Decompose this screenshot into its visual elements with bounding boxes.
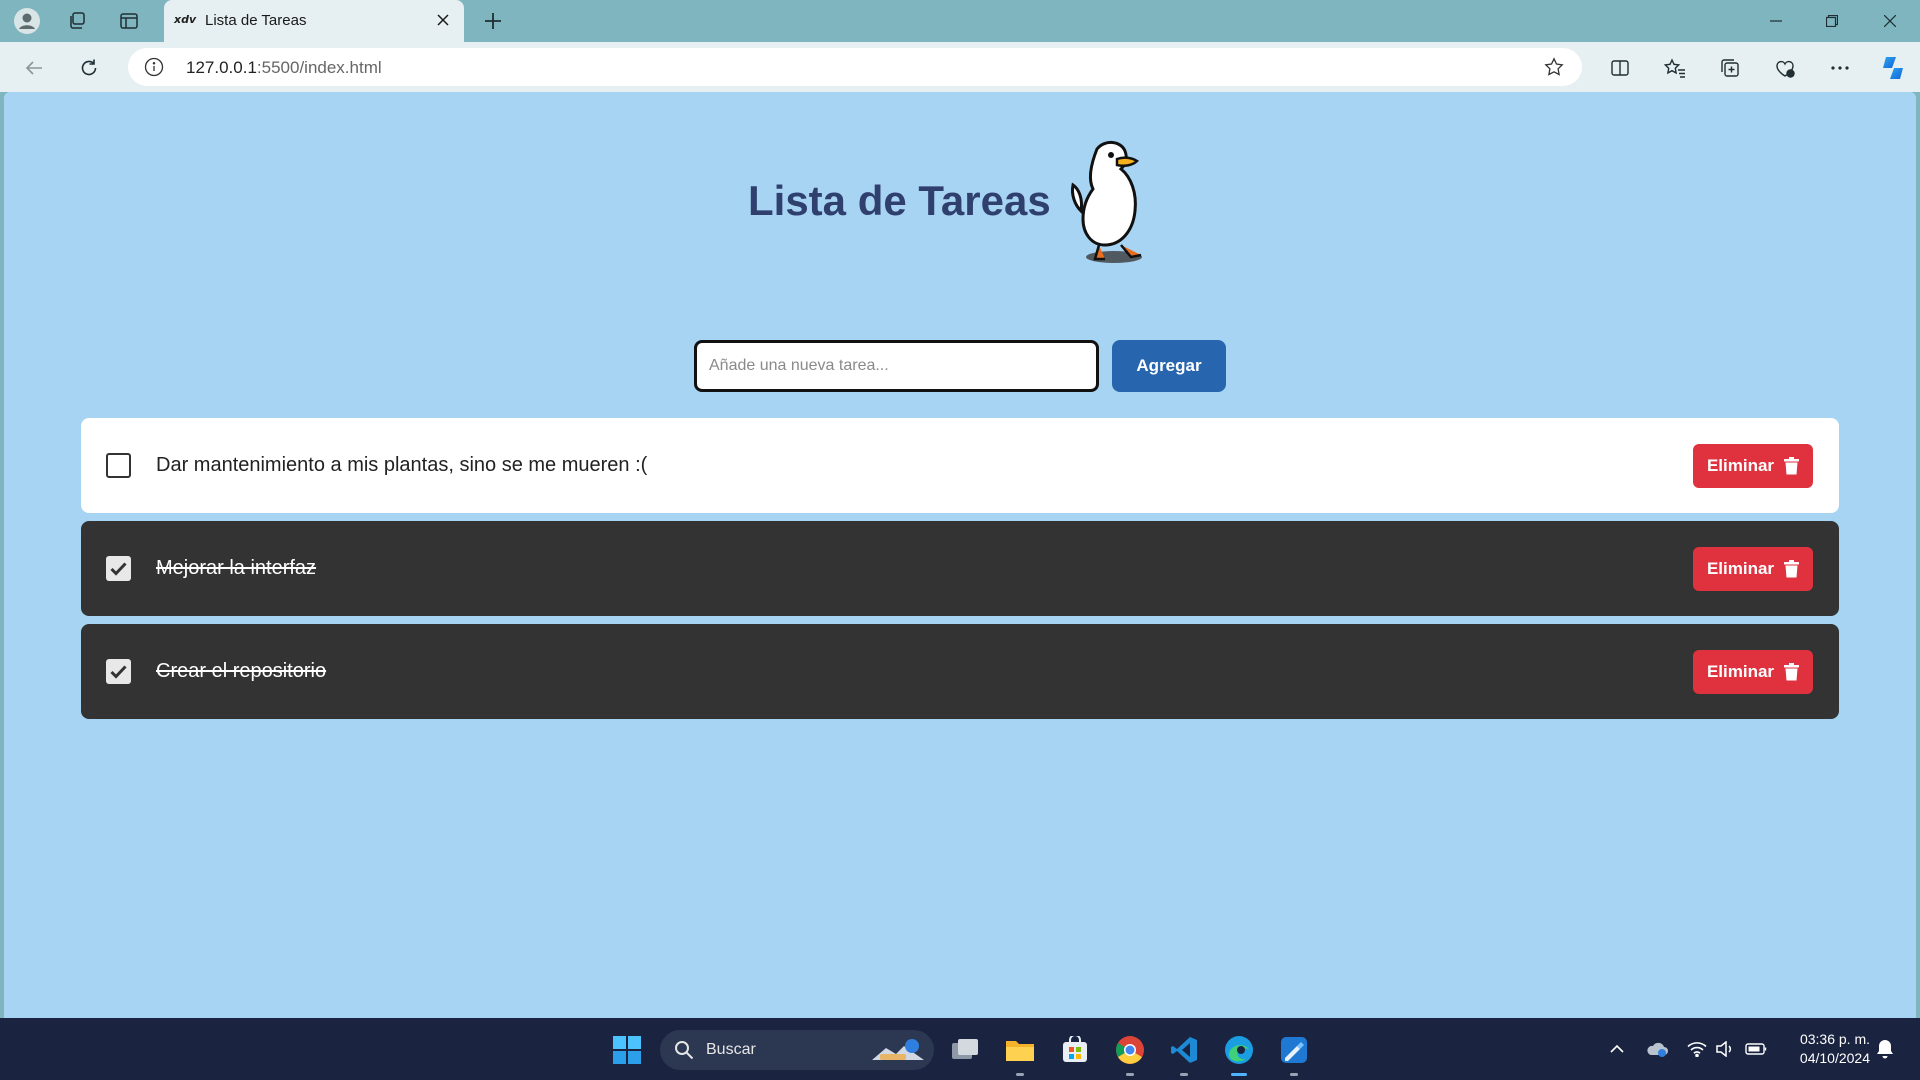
tab-favicon: xdv [174,13,197,26]
running-indicator [1016,1073,1024,1076]
delete-label: Eliminar [1706,559,1775,578]
taskbar-search[interactable]: Buscar [660,1030,934,1070]
delete-task-button[interactable]: Eliminar [1693,444,1813,488]
delete-task-button[interactable]: Eliminar [1693,547,1813,591]
new-task-input[interactable] [694,340,1099,392]
back-icon[interactable] [18,52,50,84]
task-checkbox-unchecked[interactable] [106,453,131,478]
microsoft-store-icon[interactable] [1055,1030,1095,1070]
clock-date: 04/10/2024 [1799,1050,1870,1066]
delete-label: Eliminar [1706,662,1775,681]
more-options-icon[interactable] [1824,52,1856,84]
task-list: Dar mantenimiento a mis plantas, sino se… [81,418,1839,727]
trash-icon [1784,663,1800,681]
battery-icon[interactable] [1745,1038,1767,1060]
windows-taskbar: Buscar 03:36 p. m. 04/10/2024 [0,1018,1920,1080]
trash-icon [1784,560,1800,578]
task-text: Crear el repositorio [156,660,327,682]
favorite-star-icon[interactable] [1544,57,1564,77]
collections-icon[interactable] [1714,52,1746,84]
file-explorer-icon[interactable] [1000,1030,1040,1076]
running-indicator-active [1231,1073,1247,1076]
duck-illustration [1071,141,1142,263]
running-indicator [1290,1073,1298,1076]
delete-task-button[interactable]: Eliminar [1693,650,1813,694]
trash-icon [1784,457,1800,475]
page-content: Lista de Tareas Agregar Dar mantenimient… [4,92,1916,1018]
running-indicator [1126,1073,1134,1076]
task-text: Dar mantenimiento a mis plantas, sino se… [156,454,648,476]
site-info-icon[interactable] [144,57,164,77]
minimize-icon[interactable] [1748,0,1804,42]
task-checkbox-checked[interactable] [106,659,131,684]
search-label: Buscar [706,1041,756,1058]
workspaces-icon[interactable] [62,6,92,36]
task-item-completed: Mejorar la interfaz Eliminar [81,521,1839,616]
volume-icon[interactable] [1714,1038,1736,1060]
wifi-icon[interactable] [1686,1038,1708,1060]
clock-time: 03:36 p. m. [1799,1031,1870,1047]
onedrive-icon[interactable] [1646,1038,1668,1060]
close-tab-icon[interactable] [432,9,454,31]
running-indicator [1180,1073,1188,1076]
delete-label: Eliminar [1706,456,1775,475]
browser-essentials-icon[interactable] [1769,52,1801,84]
notifications-bell-icon[interactable] [1874,1038,1896,1060]
tab-title: Lista de Tareas [205,12,307,29]
task-checkbox-checked[interactable] [106,556,131,581]
check-icon [110,561,127,576]
header: Lista de Tareas [4,137,1916,267]
edge-icon[interactable] [1219,1030,1259,1076]
split-screen-icon[interactable] [1604,52,1636,84]
search-icon [675,1041,694,1060]
add-task-button[interactable]: Agregar [1112,340,1226,392]
favorites-icon[interactable] [1659,52,1691,84]
new-task-form: Agregar [694,340,1234,392]
search-highlight-icon [872,1039,924,1060]
tab-actions-icon[interactable] [114,6,144,36]
show-hidden-icons-chevron-up-icon[interactable] [1606,1038,1628,1060]
active-tab[interactable]: xdv Lista de Tareas [164,0,464,42]
new-tab-icon[interactable] [478,6,508,36]
address-bar[interactable]: 127.0.0.1:5500/index.html [128,48,1582,86]
reload-icon[interactable] [73,52,105,84]
copilot-icon[interactable] [1877,52,1909,84]
close-window-icon[interactable] [1862,0,1918,42]
profile-icon[interactable] [12,6,42,36]
paint-app-icon[interactable] [1274,1030,1314,1076]
task-text: Mejorar la interfaz [156,557,317,579]
start-windows-icon[interactable] [607,1030,647,1070]
task-view-icon[interactable] [945,1030,985,1070]
browser-tab-bar: xdv Lista de Tareas [0,0,1920,42]
task-item: Dar mantenimiento a mis plantas, sino se… [81,418,1839,513]
browser-toolbar: 127.0.0.1:5500/index.html [0,42,1920,92]
check-icon [110,664,127,679]
chrome-icon[interactable] [1110,1030,1150,1076]
task-item-completed: Crear el repositorio Eliminar [81,624,1839,719]
restore-icon[interactable] [1804,0,1860,42]
page-title: Lista de Tareas [748,177,1051,224]
system-clock[interactable]: 03:36 p. m. 04/10/2024 [1800,1030,1870,1068]
url-text: 127.0.0.1:5500/index.html [186,58,382,77]
vscode-icon[interactable] [1164,1030,1204,1076]
